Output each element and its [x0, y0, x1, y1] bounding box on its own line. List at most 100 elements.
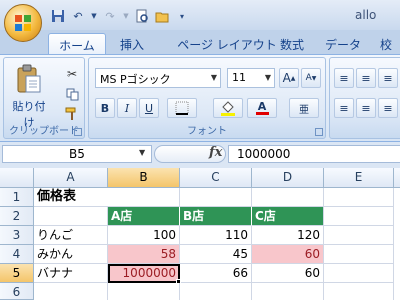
tab-review[interactable]: 校: [372, 33, 400, 54]
cell-e4[interactable]: [324, 245, 394, 264]
title-bar: ↶ ▼ ↷ ▼ ▾ allo: [0, 0, 400, 30]
cell-d6[interactable]: [252, 283, 324, 300]
fill-color-icon: [221, 101, 235, 116]
name-box-value: B5: [69, 147, 85, 161]
cut-icon[interactable]: ✂: [64, 66, 80, 82]
row-header-2[interactable]: 2: [0, 207, 34, 226]
bold-button[interactable]: B: [95, 98, 115, 118]
column-header-b[interactable]: B: [108, 168, 180, 188]
cell-c3[interactable]: 110: [180, 226, 252, 245]
row-header-5[interactable]: 5: [0, 264, 34, 283]
window-title: allo: [355, 8, 377, 22]
dropdown-icon[interactable]: ▼: [90, 8, 98, 24]
spreadsheet-grid: A B C D E 1 2 3 4 5 6 価格表 A店 B店 C店 りんご 1…: [0, 168, 400, 300]
cell-e6[interactable]: [324, 283, 394, 300]
column-header-f[interactable]: [394, 168, 400, 188]
italic-button[interactable]: I: [117, 98, 137, 118]
cell-b4[interactable]: 58: [108, 245, 180, 264]
paste-icon: [16, 64, 42, 94]
cell-c5[interactable]: 66: [180, 264, 252, 283]
column-header-c[interactable]: C: [180, 168, 252, 188]
row-header-3[interactable]: 3: [0, 226, 34, 245]
cell-a3[interactable]: りんご: [34, 226, 108, 245]
cell-c6[interactable]: [180, 283, 252, 300]
font-launcher-icon[interactable]: [315, 128, 323, 136]
align-left-button[interactable]: ≡: [334, 98, 354, 118]
customize-icon[interactable]: ▾: [174, 8, 190, 24]
save-icon[interactable]: [50, 8, 66, 24]
cell-d1[interactable]: [252, 188, 324, 207]
paste-button[interactable]: 貼り付け: [10, 62, 48, 129]
clipboard-group-label: クリップボード: [9, 126, 79, 137]
column-header-d[interactable]: D: [252, 168, 324, 188]
tab-home[interactable]: ホーム: [48, 33, 106, 54]
formula-input[interactable]: 1000000: [228, 145, 400, 163]
font-color-icon: A: [255, 100, 269, 115]
chevron-down-icon: ▼: [264, 73, 272, 82]
font-size-select[interactable]: 11 ▼: [227, 68, 275, 88]
tab-insert[interactable]: 挿入: [112, 33, 152, 54]
cell-c2[interactable]: B店: [180, 207, 252, 226]
align-bottom-button[interactable]: ≡: [378, 68, 398, 88]
cell-a4[interactable]: みかん: [34, 245, 108, 264]
cell-b5[interactable]: 1000000: [108, 264, 180, 283]
cell-a6[interactable]: [34, 283, 108, 300]
cell-e5[interactable]: [324, 264, 394, 283]
open-folder-icon[interactable]: [154, 8, 170, 24]
align-right-button[interactable]: ≡: [378, 98, 398, 118]
column-header-a[interactable]: A: [34, 168, 108, 188]
cell-a2[interactable]: [34, 207, 108, 226]
cell-c1[interactable]: [180, 188, 252, 207]
redo-icon[interactable]: ↷: [102, 8, 118, 24]
tab-page-layout[interactable]: ページ レイアウト: [168, 33, 286, 54]
cell-b6[interactable]: [108, 283, 180, 300]
fill-color-button[interactable]: [213, 98, 243, 118]
font-color-button[interactable]: A: [247, 98, 277, 118]
phonetic-button[interactable]: 亜: [289, 98, 319, 118]
cell-e1[interactable]: [324, 188, 394, 207]
select-all-corner[interactable]: [0, 168, 34, 188]
insert-function-icon[interactable]: fx: [209, 145, 222, 160]
column-header-e[interactable]: E: [324, 168, 394, 188]
ribbon: 貼り付け ✂ クリップボード MS Pゴシック ▼ 11 ▼ A ▲ A ▼ B I…: [0, 54, 400, 142]
align-middle-button[interactable]: ≡: [356, 68, 376, 88]
cell-a5[interactable]: バナナ: [34, 264, 108, 283]
undo-icon[interactable]: ↶: [70, 8, 86, 24]
font-name-select[interactable]: MS Pゴシック ▼: [95, 68, 221, 88]
row-header-1[interactable]: 1: [0, 188, 34, 207]
grow-font-button[interactable]: A ▲: [279, 68, 299, 88]
borders-button[interactable]: [167, 98, 197, 118]
underline-button[interactable]: U: [139, 98, 159, 118]
cell-a1[interactable]: 価格表: [34, 188, 108, 207]
tab-data[interactable]: データ: [323, 33, 363, 54]
tab-formulas[interactable]: 数式: [274, 33, 310, 54]
font-name-value: MS Pゴシック: [100, 73, 171, 86]
grow-font-label: A: [282, 71, 291, 85]
row-header-4[interactable]: 4: [0, 245, 34, 264]
cell-d5[interactable]: 60: [252, 264, 324, 283]
format-painter-icon[interactable]: [64, 106, 80, 122]
font-color-letter: A: [257, 100, 267, 113]
name-box[interactable]: B5 ▼: [2, 145, 152, 163]
clipboard-launcher-icon[interactable]: [74, 128, 82, 136]
cell-c4[interactable]: 45: [180, 245, 252, 264]
row-header-6[interactable]: 6: [0, 283, 34, 300]
ribbon-tabs: ホーム 挿入 ページ レイアウト 数式 データ 校: [0, 30, 400, 54]
shrink-font-button[interactable]: A ▼: [301, 68, 321, 88]
cell-b2[interactable]: A店: [108, 207, 180, 226]
borders-icon: [175, 101, 189, 115]
copy-icon[interactable]: [64, 86, 80, 102]
alignment-group: ≡ ≡ ≡ ≡ ≡ ≡: [329, 57, 400, 139]
cell-e2[interactable]: [324, 207, 394, 226]
office-button[interactable]: [4, 4, 42, 42]
align-top-button[interactable]: ≡: [334, 68, 354, 88]
cell-e3[interactable]: [324, 226, 394, 245]
cell-d3[interactable]: 120: [252, 226, 324, 245]
align-center-button[interactable]: ≡: [356, 98, 376, 118]
cell-d4[interactable]: 60: [252, 245, 324, 264]
print-preview-icon[interactable]: [134, 8, 150, 24]
cell-d2[interactable]: C店: [252, 207, 324, 226]
cell-b1[interactable]: [108, 188, 180, 207]
dropdown-icon[interactable]: ▼: [122, 8, 130, 24]
cell-b3[interactable]: 100: [108, 226, 180, 245]
